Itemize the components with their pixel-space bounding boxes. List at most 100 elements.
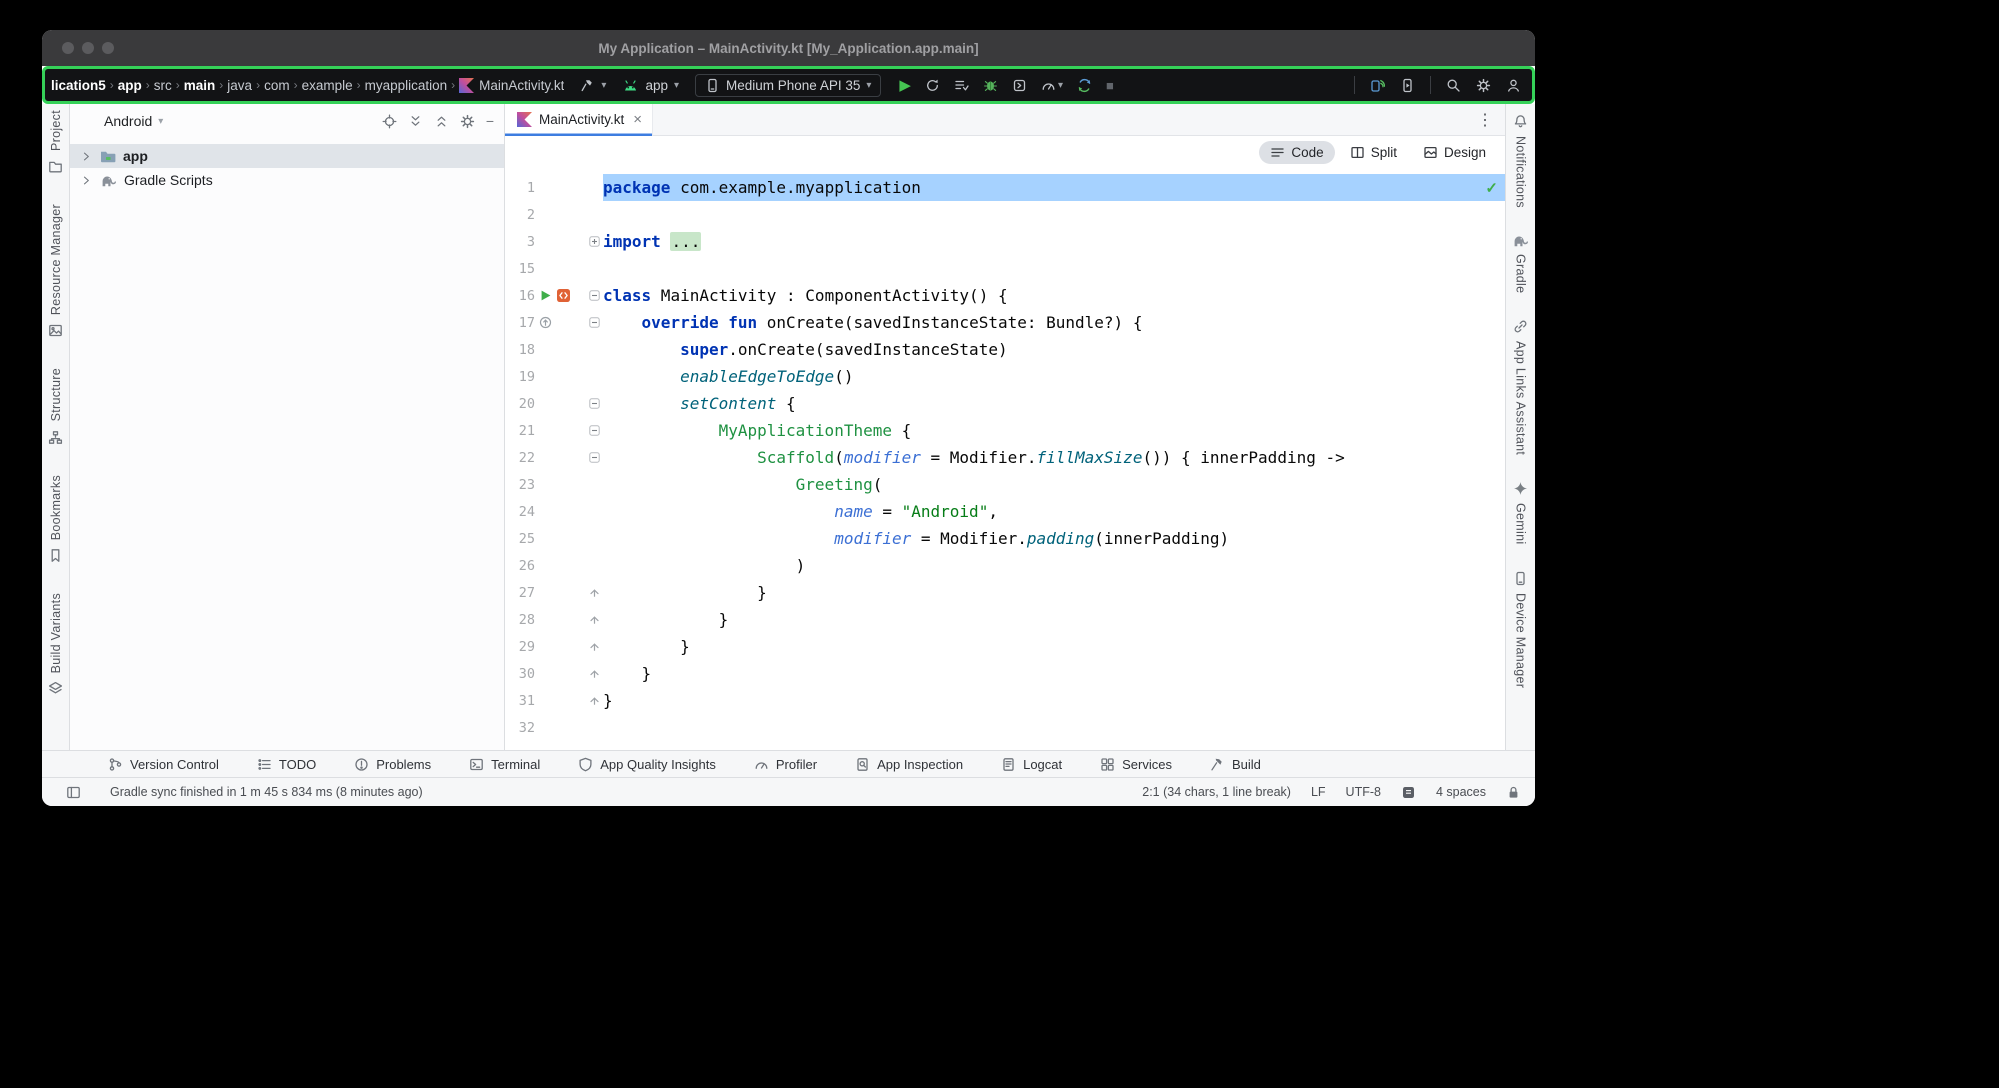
code-line[interactable]: 20 setContent {: [505, 390, 1505, 417]
code-editor[interactable]: 1package com.example.myapplication23impo…: [505, 136, 1505, 741]
tool-windows-icon[interactable]: [66, 785, 81, 800]
code-line[interactable]: 25 modifier = Modifier.padding(innerPadd…: [505, 525, 1505, 552]
expand-chevron-icon[interactable]: [80, 150, 93, 163]
code-line[interactable]: 23 Greeting(: [505, 471, 1505, 498]
code-line[interactable]: 26 ): [505, 552, 1505, 579]
compose-icon[interactable]: [556, 288, 571, 303]
hide-panel-button[interactable]: −: [486, 113, 494, 129]
write-access[interactable]: [1506, 785, 1521, 800]
code-line[interactable]: 24 name = "Android",: [505, 498, 1505, 525]
attach-debugger-button[interactable]: [1012, 78, 1027, 93]
search-everywhere-button[interactable]: [1446, 78, 1461, 93]
code-line[interactable]: 2: [505, 201, 1505, 228]
project-tree-item[interactable]: Gradle Scripts: [70, 168, 504, 192]
fold-marker-icon[interactable]: [585, 695, 603, 706]
fold-marker-icon[interactable]: [585, 587, 603, 598]
stop-button[interactable]: ■: [1106, 78, 1114, 93]
expand-all-button[interactable]: [408, 114, 423, 129]
build-widget[interactable]: ▾: [580, 78, 606, 93]
tool-strip-tab-notifications[interactable]: Notifications: [1513, 114, 1528, 208]
code-line[interactable]: 29 }: [505, 633, 1505, 660]
breadcrumb-item[interactable]: src: [154, 78, 172, 93]
tool-strip-tab-gemini[interactable]: Gemini: [1513, 481, 1528, 544]
account-button[interactable]: [1506, 78, 1521, 93]
expand-chevron-icon[interactable]: [80, 174, 93, 187]
close-window-button[interactable]: [62, 42, 74, 54]
code-line[interactable]: 16class MainActivity : ComponentActivity…: [505, 282, 1505, 309]
apply-changes-button[interactable]: [925, 78, 940, 93]
code-line[interactable]: 28 }: [505, 606, 1505, 633]
view-mode-split[interactable]: Split: [1339, 141, 1408, 164]
tool-strip-tab-app-links-assistant[interactable]: App Links Assistant: [1513, 319, 1528, 455]
breadcrumb-item[interactable]: myapplication: [365, 78, 448, 93]
caret-position[interactable]: 2:1 (34 chars, 1 line break): [1142, 785, 1291, 799]
panel-settings-button[interactable]: [460, 114, 475, 129]
fold-marker-icon[interactable]: [585, 614, 603, 625]
code-line[interactable]: 22 Scaffold(modifier = Modifier.fillMaxS…: [505, 444, 1505, 471]
editor-tab[interactable]: MainActivity.kt ×: [505, 104, 653, 136]
tool-window-button-app-inspection[interactable]: App Inspection: [855, 757, 963, 772]
fold-marker-icon[interactable]: [585, 641, 603, 652]
code-line[interactable]: 27 }: [505, 579, 1505, 606]
tool-strip-tab-bookmarks[interactable]: Bookmarks: [48, 475, 63, 563]
breadcrumb-item[interactable]: main: [184, 78, 216, 93]
gutter-icons[interactable]: [535, 316, 585, 329]
indent-setting[interactable]: 4 spaces: [1436, 785, 1486, 799]
fold-marker-icon[interactable]: [585, 668, 603, 679]
gutter-icons[interactable]: [535, 288, 585, 303]
tool-window-button-todo[interactable]: TODO: [257, 757, 316, 772]
fold-marker-icon[interactable]: [585, 290, 603, 301]
minimize-window-button[interactable]: [82, 42, 94, 54]
tool-strip-tab-gradle[interactable]: Gradle: [1512, 234, 1529, 293]
code-line[interactable]: 32: [505, 714, 1505, 741]
status-widget[interactable]: [1401, 785, 1416, 800]
tool-strip-tab-build-variants[interactable]: Build Variants: [48, 593, 63, 696]
run-config-select[interactable]: app▾: [622, 78, 679, 93]
project-view-select[interactable]: Android ▾: [104, 113, 163, 129]
more-options-icon[interactable]: ⋮: [1477, 110, 1505, 130]
device-mirroring-button[interactable]: [1370, 78, 1385, 93]
tool-window-button-services[interactable]: Services: [1100, 757, 1172, 772]
code-line[interactable]: 17 override fun onCreate(savedInstanceSt…: [505, 309, 1505, 336]
tool-window-button-version-control[interactable]: Version Control: [108, 757, 219, 772]
view-mode-code[interactable]: Code: [1259, 141, 1334, 164]
debug-button[interactable]: [983, 78, 998, 93]
breadcrumb-item[interactable]: example: [302, 78, 353, 93]
settings-button[interactable]: [1476, 78, 1491, 93]
breadcrumb-item[interactable]: MainActivity.kt: [459, 78, 564, 93]
sync-project-button[interactable]: [1077, 78, 1092, 93]
tool-window-button-terminal[interactable]: Terminal: [469, 757, 540, 772]
close-tab-icon[interactable]: ×: [633, 111, 642, 128]
breadcrumb-item[interactable]: com: [264, 78, 290, 93]
project-tree-item[interactable]: app: [70, 144, 504, 168]
code-line[interactable]: 15: [505, 255, 1505, 282]
fold-marker-icon[interactable]: [585, 425, 603, 436]
tool-window-button-build[interactable]: Build: [1210, 757, 1261, 772]
breadcrumb-item[interactable]: app: [118, 78, 142, 93]
run-button[interactable]: ▶: [899, 76, 911, 94]
zoom-window-button[interactable]: [102, 42, 114, 54]
code-line[interactable]: 19 enableEdgeToEdge(): [505, 363, 1505, 390]
build-menu-button[interactable]: [954, 78, 969, 93]
collapse-all-button[interactable]: [434, 114, 449, 129]
running-devices-button[interactable]: [1400, 78, 1415, 93]
code-line[interactable]: 31}: [505, 687, 1505, 714]
fold-marker-icon[interactable]: [585, 236, 603, 247]
fold-marker-icon[interactable]: [585, 452, 603, 463]
tool-strip-tab-resource-manager[interactable]: Resource Manager: [48, 204, 63, 338]
editor-content[interactable]: CodeSplitDesign 1package com.example.mya…: [505, 136, 1505, 750]
tool-window-button-problems[interactable]: Problems: [354, 757, 431, 772]
run-gutter-icon[interactable]: [539, 289, 552, 302]
locate-file-button[interactable]: [382, 114, 397, 129]
tool-window-button-logcat[interactable]: Logcat: [1001, 757, 1062, 772]
view-mode-design[interactable]: Design: [1412, 141, 1497, 164]
code-line[interactable]: 21 MyApplicationTheme {: [505, 417, 1505, 444]
code-line[interactable]: 1package com.example.myapplication: [505, 174, 1505, 201]
device-select[interactable]: Medium Phone API 35▾: [695, 74, 881, 97]
tool-strip-tab-project[interactable]: Project: [48, 110, 63, 174]
encoding[interactable]: UTF-8: [1346, 785, 1381, 799]
override-icon[interactable]: [539, 316, 552, 329]
line-ending[interactable]: LF: [1311, 785, 1326, 799]
code-line[interactable]: 30 }: [505, 660, 1505, 687]
tool-window-button-profiler[interactable]: Profiler: [754, 757, 817, 772]
